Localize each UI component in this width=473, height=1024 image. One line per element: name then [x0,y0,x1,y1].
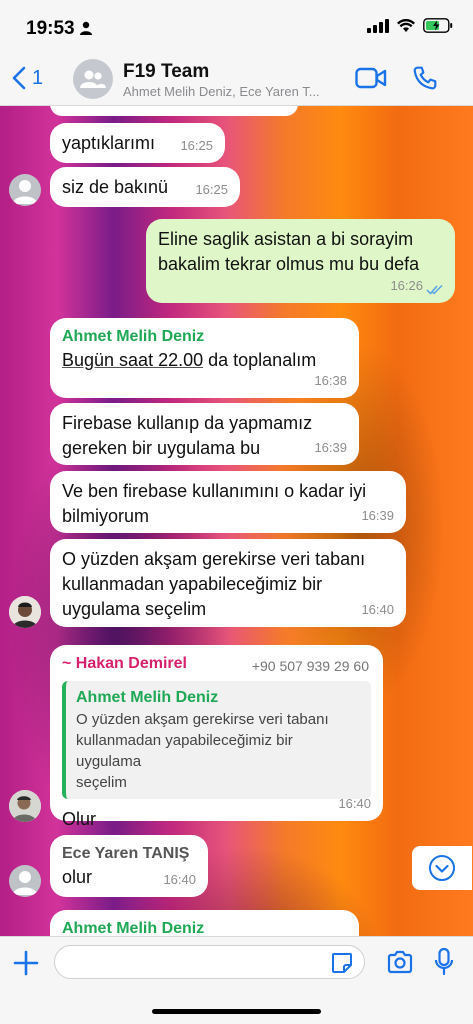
signal-icon [367,18,389,33]
message-text: Olur [62,809,97,829]
status-indicators [367,18,453,33]
message-bubble[interactable]: siz de bakınü 16:25 [50,167,240,207]
avatar[interactable] [9,596,41,628]
sender-name: Ece Yaren TANIŞ [62,845,190,862]
quoted-text-line: kullanmadan yapabileceğimiz bir uygulama [76,732,293,770]
message-bubble[interactable]: Firebase kullanıp da yapmamız gereken bi… [50,403,359,465]
quoted-sender-name: Ahmet Melih Deniz [76,689,219,706]
outgoing-message-bubble[interactable]: Eline saglik asistan a bi sorayim bakali… [146,219,455,303]
chevron-left-icon [12,66,26,90]
unread-count: 1 [32,66,44,89]
message-time: 16:25 [180,138,213,153]
message-text-line: Ve ben firebase kullanımını o kadar iyi [62,481,367,501]
message-time: 16:26 [390,278,423,293]
wifi-icon [397,18,415,32]
quoted-text-line: O yüzden akşam gerekirse veri tabanı [76,711,329,728]
message-bubble[interactable]: O yüzden akşam gerekirse veri tabanı kul… [50,539,406,627]
message-text-line: kullanmadan yapabileceğimiz bir [62,574,323,594]
status-time: 19:53 [26,18,75,39]
sender-name: Ahmet Melih Deniz [62,328,205,345]
person-icon [80,21,92,35]
message-text-line: Firebase kullanıp da yapmamız [62,413,313,433]
user-photo-icon [9,790,41,822]
message-text-line: uygulama seçelim [62,599,207,619]
sender-name: Ahmet Melih Deniz [62,920,205,936]
user-photo-icon [9,596,41,628]
quoted-text-line: seçelim [76,774,127,791]
chat-header: 1 F19 Team Ahmet Melih Deniz, Ece Yaren … [0,52,473,106]
message-text-line: gereken bir uygulama bu [62,438,261,458]
message-time: 16:25 [195,182,228,197]
message-time: 16:39 [361,508,394,523]
chevron-down-icon [429,855,455,881]
message-time: 16:39 [314,440,347,455]
message-time: 16:40 [361,602,394,617]
avatar[interactable] [9,790,41,822]
microphone-icon[interactable] [434,947,454,977]
person-icon [13,871,37,895]
message-bubble[interactable]: Ve ben firebase kullanımını o kadar iyi … [50,471,406,533]
group-icon [80,70,106,88]
chat-subtitle[interactable]: Ahmet Melih Deniz, Ece Yaren T... [123,84,343,99]
date-link[interactable]: Bugün saat 22.00 [62,350,203,370]
message-text: da toplanalım [203,350,317,370]
chat-title[interactable]: F19 Team [123,61,209,83]
video-call-icon[interactable] [355,67,387,89]
status-bar: 19:53 [0,0,473,52]
sticker-icon[interactable] [330,951,354,975]
message-text: yaptıklarımı [62,133,156,153]
message-bubble[interactable]: Ahmet Melih Deniz [50,910,359,936]
chat-area[interactable]: yaptıklarımı 16:25 siz de bakınü 16:25 E… [0,106,473,936]
message-time: 16:40 [338,796,371,811]
message-text: siz de bakınü [62,177,169,197]
back-button[interactable]: 1 [12,66,43,90]
avatar[interactable] [9,865,41,897]
message-input[interactable] [54,945,365,979]
sender-phone: +90 507 939 29 60 [251,658,369,674]
message-bubble[interactable]: Ahmet Melih Deniz Bugün saat 22.00 da to… [50,318,359,398]
battery-icon [423,18,453,33]
reply-message-bubble[interactable]: ~ Hakan Demirel +90 507 939 29 60 Ahmet … [50,645,383,829]
double-check-icon [426,284,443,295]
message-time: 16:38 [314,373,347,388]
camera-icon[interactable] [386,950,414,974]
group-avatar[interactable] [73,59,113,99]
avatar[interactable] [9,174,41,206]
phone-call-icon[interactable] [412,65,438,91]
message-text-line: O yüzden akşam gerekirse veri tabanı [62,549,366,569]
home-indicator [152,1009,321,1014]
plus-icon[interactable] [12,949,40,977]
message-time: 16:40 [163,872,196,887]
message-text-line: Eline saglik asistan a bi sorayim [158,229,414,249]
scroll-down-button[interactable] [412,846,472,890]
person-icon [13,180,37,204]
message-bubble-partial [50,106,298,116]
quoted-message[interactable]: Ahmet Melih Deniz O yüzden akşam gerekir… [62,681,371,799]
message-text-line: bilmiyorum [62,506,150,526]
message-bubble[interactable]: Ece Yaren TANIŞ olur 16:40 [50,835,208,897]
message-bubble[interactable]: yaptıklarımı 16:25 [50,123,225,163]
